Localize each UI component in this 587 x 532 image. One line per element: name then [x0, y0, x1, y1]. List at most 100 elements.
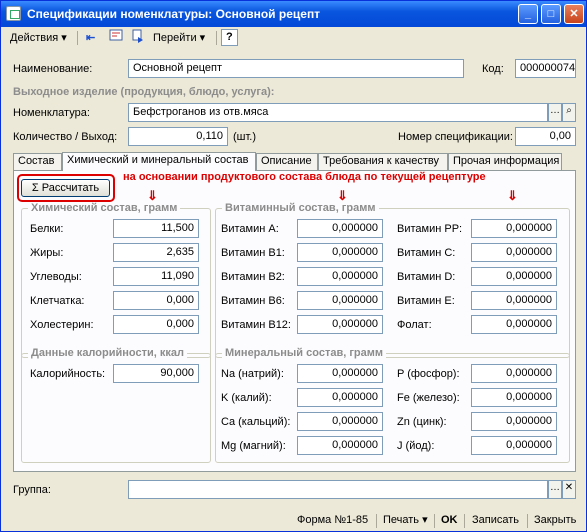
- mineral-label: P (фосфор):: [397, 368, 460, 380]
- title-bar: Спецификации номенклатуры: Основной реце…: [1, 1, 586, 27]
- tab-composition[interactable]: Состав: [13, 153, 62, 170]
- nomenclature-field[interactable]: Бефстроганов из отв.мяса: [128, 103, 548, 122]
- quantity-unit: (шт.): [233, 131, 257, 143]
- vitamin-field[interactable]: 0,000000: [297, 219, 383, 238]
- window-title: Спецификации номенклатуры: Основной реце…: [27, 7, 321, 21]
- structure-icon[interactable]: [106, 29, 126, 47]
- group-field[interactable]: [128, 480, 548, 499]
- quantity-label: Количество / Выход:: [13, 131, 118, 143]
- group-label: Группа:: [13, 484, 51, 496]
- vitamin-field[interactable]: 0,000000: [297, 315, 383, 334]
- close-button[interactable]: Закрыть: [534, 512, 576, 529]
- actions-label: Действия: [10, 32, 59, 44]
- mineral-label: Na (натрий):: [221, 368, 284, 380]
- goto-menu[interactable]: Перейти ▾: [150, 29, 208, 47]
- annotation-arrow-icon: ⇓: [507, 188, 518, 203]
- name-label: Наименование:: [13, 63, 93, 75]
- chem-row-field[interactable]: 0,000: [113, 291, 199, 310]
- chem-row-label: Жиры:: [30, 247, 64, 259]
- mineral-field[interactable]: 0,000000: [297, 364, 383, 383]
- spec-number-field[interactable]: 0,00: [515, 127, 576, 146]
- mineral-label: Fe (железо):: [397, 392, 460, 404]
- calorie-field[interactable]: 90,000: [113, 364, 199, 383]
- vitamin-label: Витамин PP:: [397, 223, 463, 235]
- tab-description[interactable]: Описание: [256, 153, 318, 170]
- mineral-field[interactable]: 0,000000: [297, 436, 383, 455]
- mineral-field[interactable]: 0,000000: [471, 364, 557, 383]
- calculate-button[interactable]: Σ Рассчитать: [21, 179, 110, 197]
- open-search-icon[interactable]: ⌕: [562, 103, 576, 122]
- code-label: Код:: [482, 63, 504, 75]
- mineral-label: Zn (цинк):: [397, 416, 447, 428]
- code-field[interactable]: 000000074: [515, 59, 576, 78]
- close-window-button[interactable]: ✕: [564, 4, 584, 24]
- vitamin-field[interactable]: 0,000000: [297, 291, 383, 310]
- mineral-field[interactable]: 0,000000: [297, 388, 383, 407]
- print-menu[interactable]: Печать ▾: [383, 512, 428, 529]
- toolbar-separator: [464, 514, 465, 528]
- vitamin-label: Витамин В1:: [221, 247, 285, 259]
- vitamin-field[interactable]: 0,000000: [471, 315, 557, 334]
- quantity-field[interactable]: 0,110: [128, 127, 228, 146]
- select-button[interactable]: …: [548, 480, 562, 499]
- name-field[interactable]: Основной рецепт: [128, 59, 464, 78]
- toolbar-separator: [77, 31, 78, 45]
- save-button[interactable]: Записать: [472, 512, 519, 529]
- chem-row-label: Углеводы:: [30, 271, 82, 283]
- vitamin-group-title: Витаминный состав, грамм: [222, 202, 379, 214]
- toolbar-separator: [376, 514, 377, 528]
- vitamin-field[interactable]: 0,000000: [297, 267, 383, 286]
- vitamin-label: Витамин С:: [397, 247, 456, 259]
- spec-number-label: Номер спецификации:: [398, 131, 513, 143]
- annotation-arrow-icon: ⇓: [337, 188, 348, 203]
- mineral-field[interactable]: 0,000000: [471, 388, 557, 407]
- tab-quality[interactable]: Требования к качеству: [318, 153, 448, 170]
- back-arrow-icon[interactable]: ⇤: [83, 29, 98, 47]
- calculate-label: Рассчитать: [41, 182, 100, 194]
- clear-icon[interactable]: ✕: [562, 480, 576, 499]
- app-icon: [6, 6, 21, 21]
- tab-chemical[interactable]: Химический и минеральный состав: [62, 152, 256, 171]
- sigma-icon: Σ: [31, 182, 39, 194]
- vitamin-label: Витамин В12:: [221, 319, 291, 331]
- chem-row-field[interactable]: 0,000: [113, 315, 199, 334]
- vitamin-field[interactable]: 0,000000: [471, 291, 557, 310]
- dropdown-arrow-icon: ▾: [199, 32, 206, 44]
- chem-row-field[interactable]: 2,635: [113, 243, 199, 262]
- vitamin-label: Витамин А:: [221, 223, 279, 235]
- goto-label: Перейти: [153, 32, 197, 44]
- chem-row-field[interactable]: 11,090: [113, 267, 199, 286]
- toolbar-separator: [527, 514, 528, 528]
- mineral-label: J (йод):: [397, 440, 435, 452]
- minimize-button[interactable]: _: [518, 4, 538, 24]
- mineral-group-title: Минеральный состав, грамм: [222, 347, 387, 359]
- nomenclature-label: Номенклатура:: [13, 107, 90, 119]
- vitamin-label: Фолат:: [397, 319, 432, 331]
- vitamin-field[interactable]: 0,000000: [471, 243, 557, 262]
- mineral-field[interactable]: 0,000000: [471, 412, 557, 431]
- vitamin-field[interactable]: 0,000000: [297, 243, 383, 262]
- toolbar: Действия ▾ ⇤ Перейти ▾ ?: [5, 28, 582, 48]
- actions-menu[interactable]: Действия ▾: [7, 29, 70, 47]
- print-label: Печать: [383, 514, 420, 526]
- form-number-button[interactable]: Форма №1-85: [297, 512, 368, 529]
- vitamin-label: Витамин В2:: [221, 271, 285, 283]
- window: Спецификации номенклатуры: Основной реце…: [0, 0, 587, 532]
- maximize-button[interactable]: □: [541, 4, 561, 24]
- select-button[interactable]: …: [548, 103, 562, 122]
- toolbar-separator: [434, 514, 435, 528]
- vitamin-field[interactable]: 0,000000: [471, 219, 557, 238]
- calorie-label: Калорийность:: [30, 368, 106, 380]
- ok-button[interactable]: OK: [441, 512, 458, 529]
- mineral-label: Ca (кальций):: [221, 416, 291, 428]
- mineral-field[interactable]: 0,000000: [297, 412, 383, 431]
- chem-row-label: Клетчатка:: [30, 295, 85, 307]
- dropdown-arrow-icon: ▾: [422, 514, 428, 526]
- vitamin-field[interactable]: 0,000000: [471, 267, 557, 286]
- help-button[interactable]: ?: [221, 29, 238, 46]
- related-docs-icon[interactable]: [129, 29, 149, 47]
- chem-row-field[interactable]: 11,500: [113, 219, 199, 238]
- mineral-field[interactable]: 0,000000: [471, 436, 557, 455]
- tab-other-info[interactable]: Прочая информация: [448, 153, 562, 170]
- annotation-arrow-icon: ⇓: [147, 188, 158, 203]
